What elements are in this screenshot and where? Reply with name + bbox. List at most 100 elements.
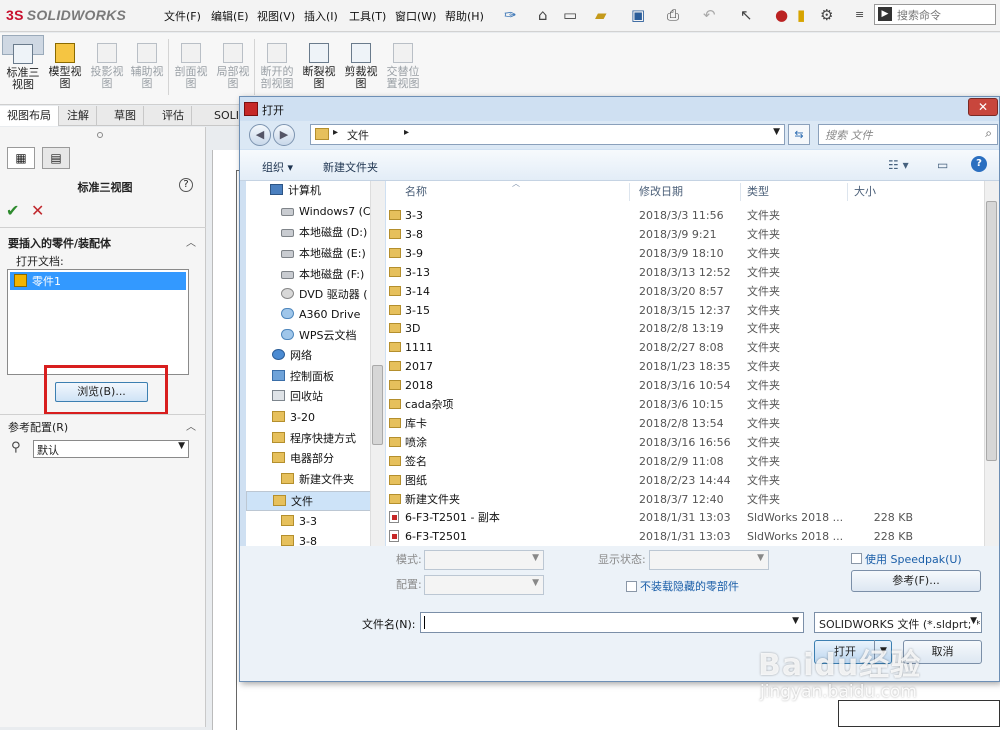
file-list-row[interactable]: 1111 2018/2/27 8:08 文件夹 [386,338,986,357]
tree-item-control-panel[interactable]: 控制面板 [272,367,334,387]
file-list-row[interactable]: 图纸 2018/2/23 14:44 文件夹 [386,471,986,490]
tree-item-network[interactable]: 网络 [272,346,312,366]
help-icon[interactable]: ? [971,156,987,172]
menu-window[interactable]: 窗口(W) [395,8,436,24]
undo-icon[interactable]: ↶ [703,6,716,24]
column-header-date[interactable]: 修改日期 [639,181,683,203]
tab-annotation[interactable]: 注解 [60,106,97,126]
collapse-chevron-icon[interactable]: ︿ [186,418,196,433]
file-list-row[interactable]: 3D 2018/2/8 13:19 文件夹 [386,319,986,338]
tree-item-folder[interactable]: 程序快捷方式 [272,429,356,449]
tree-item-dvd[interactable]: DVD 驱动器 ( [281,285,368,305]
menu-view[interactable]: 视图(V) [257,8,295,24]
file-properties-icon[interactable]: ▮ [797,6,805,24]
back-arrow-icon[interactable]: ◀ [249,124,271,146]
standard-3-view-button[interactable]: 标准三视图 [2,35,44,91]
tree-item-folder[interactable]: 新建文件夹 [281,470,354,490]
column-divider[interactable] [740,183,741,201]
tree-item-computer[interactable]: 计算机 [270,181,321,201]
model-view-button[interactable]: 模型视图 [44,35,86,99]
expand-toolbar-icon[interactable]: ≡ [855,6,864,24]
ok-check-icon[interactable]: ✔ [6,201,19,220]
column-header-type[interactable]: 类型 [747,181,769,203]
file-list[interactable]: 名称 ︿ 修改日期 类型 大小 3-3 2018/3/3 11:56 文件夹 3-8 2… [386,181,999,546]
property-manager-tab-icon[interactable]: ▤ [42,147,70,169]
column-header-name[interactable]: 名称 [405,181,427,203]
breadcrumb-arrow-icon[interactable]: ▸ [404,127,409,138]
tree-scrollbar-thumb[interactable] [372,365,383,445]
print-icon[interactable]: ⎙ [667,6,679,24]
navigation-tree[interactable]: 计算机 Windows7 (C: 本地磁盘 (D:) 本地磁盘 (E:) 本地磁… [246,181,385,546]
tree-item-drive-d[interactable]: 本地磁盘 (D:) [281,223,367,243]
open-folder-icon[interactable]: ▰ [595,6,607,24]
section-view-button[interactable]: 剖面视图 [170,35,212,99]
tab-view-layout[interactable]: 视图布局 [0,106,59,126]
pin-icon[interactable]: ✑ [504,6,517,24]
file-list-row[interactable]: 库卡 2018/2/8 13:54 文件夹 [386,414,986,433]
select-pointer-icon[interactable]: ↖ [740,6,753,24]
tree-item-folder[interactable]: 电器部分 [272,449,334,469]
detail-view-button[interactable]: 局部视图 [212,35,254,99]
refresh-icon[interactable]: ⇆ [788,124,810,145]
dont-load-hidden-label[interactable]: 不装载隐藏的零部件 [640,578,739,594]
column-divider[interactable] [629,183,630,201]
auxiliary-view-button[interactable]: 辅助视图 [126,35,168,99]
break-view-button[interactable]: 断裂视图 [298,35,340,99]
column-divider[interactable] [847,183,848,201]
tab-sketch[interactable]: 草图 [107,106,144,126]
use-speedpak-checkbox[interactable] [851,553,862,564]
broken-out-section-button[interactable]: 断开的剖视图 [256,35,298,99]
display-state-select[interactable]: ▼ [649,550,769,570]
chevron-down-icon[interactable]: ▼ [792,616,799,626]
organize-button[interactable]: 组织 ▾ [262,159,293,175]
open-document-item[interactable]: 零件1 [10,272,186,290]
tree-item-wps-cloud[interactable]: WPS云文档 [281,326,357,346]
address-current-folder[interactable]: 文件 [347,129,369,142]
options-gear-icon[interactable]: ⚙ [820,6,833,24]
alternate-position-view-button[interactable]: 交替位置视图 [382,35,424,99]
tree-scrollbar[interactable] [370,181,385,546]
file-list-row[interactable]: 6-F3-T2501 - 副本 2018/1/31 13:03 SldWorks 2… [386,508,986,527]
references-button[interactable]: 参考(F)... [851,570,981,592]
file-list-row[interactable]: 3-13 2018/3/13 12:52 文件夹 [386,263,986,282]
filename-input[interactable]: ▼ [420,612,804,633]
tree-item-drive-c[interactable]: Windows7 (C: [281,202,374,222]
forward-arrow-icon[interactable]: ▶ [273,124,295,146]
menu-edit[interactable]: 编辑(E) [211,8,249,24]
preview-pane-icon[interactable]: ▭ [937,156,948,174]
command-search-input[interactable]: ▶ 搜索命令 [874,4,996,25]
tree-item-drive-e[interactable]: 本地磁盘 (E:) [281,244,366,264]
cancel-x-icon[interactable]: ✕ [31,201,44,220]
mode-select[interactable]: ▼ [424,550,544,570]
file-list-row[interactable]: 3-3 2018/3/3 11:56 文件夹 [386,206,986,225]
address-dropdown-icon[interactable]: ▼ [773,127,780,137]
tree-item-a360[interactable]: A360 Drive [281,305,360,325]
crop-view-button[interactable]: 剪裁视图 [340,35,382,99]
help-icon[interactable]: ? [179,178,193,192]
filetype-select[interactable]: SOLIDWORKS 文件 (*.sldprt; *.sldasm; *.sld… [814,612,982,633]
dont-load-hidden-checkbox[interactable] [626,581,637,592]
menu-insert[interactable]: 插入(I) [304,8,338,24]
menu-help[interactable]: 帮助(H) [445,8,484,24]
new-document-icon[interactable]: ▭ [563,6,577,24]
feature-manager-tab-icon[interactable]: ▦ [7,147,35,169]
file-search-input[interactable]: 搜索 文件 ⌕ [818,124,998,145]
config-select[interactable]: ▼ [424,575,544,595]
column-header-size[interactable]: 大小 [854,181,876,203]
menu-tools[interactable]: 工具(T) [349,8,386,24]
file-list-row[interactable]: 喷涂 2018/3/16 16:56 文件夹 [386,433,986,452]
home-icon[interactable]: ⌂ [538,6,548,24]
file-list-row[interactable]: 3-14 2018/3/20 8:57 文件夹 [386,282,986,301]
file-list-row[interactable]: 2017 2018/1/23 18:35 文件夹 [386,357,986,376]
save-icon[interactable]: ▣ [631,6,645,24]
file-list-row[interactable]: 新建文件夹 2018/3/7 12:40 文件夹 [386,490,986,509]
tree-item-selected-folder[interactable]: 文件 [246,491,384,511]
file-list-row[interactable]: 签名 2018/2/9 11:08 文件夹 [386,452,986,471]
new-folder-button[interactable]: 新建文件夹 [323,159,378,175]
tree-item-folder[interactable]: 3-8 [281,532,317,546]
tree-item-folder[interactable]: 3-3 [281,512,317,532]
rebuild-icon[interactable]: ● [775,6,788,24]
file-list-row[interactable]: 3-15 2018/3/15 12:37 文件夹 [386,301,986,320]
file-list-row[interactable]: 3-9 2018/3/9 18:10 文件夹 [386,244,986,263]
tree-item-drive-f[interactable]: 本地磁盘 (F:) [281,265,364,285]
